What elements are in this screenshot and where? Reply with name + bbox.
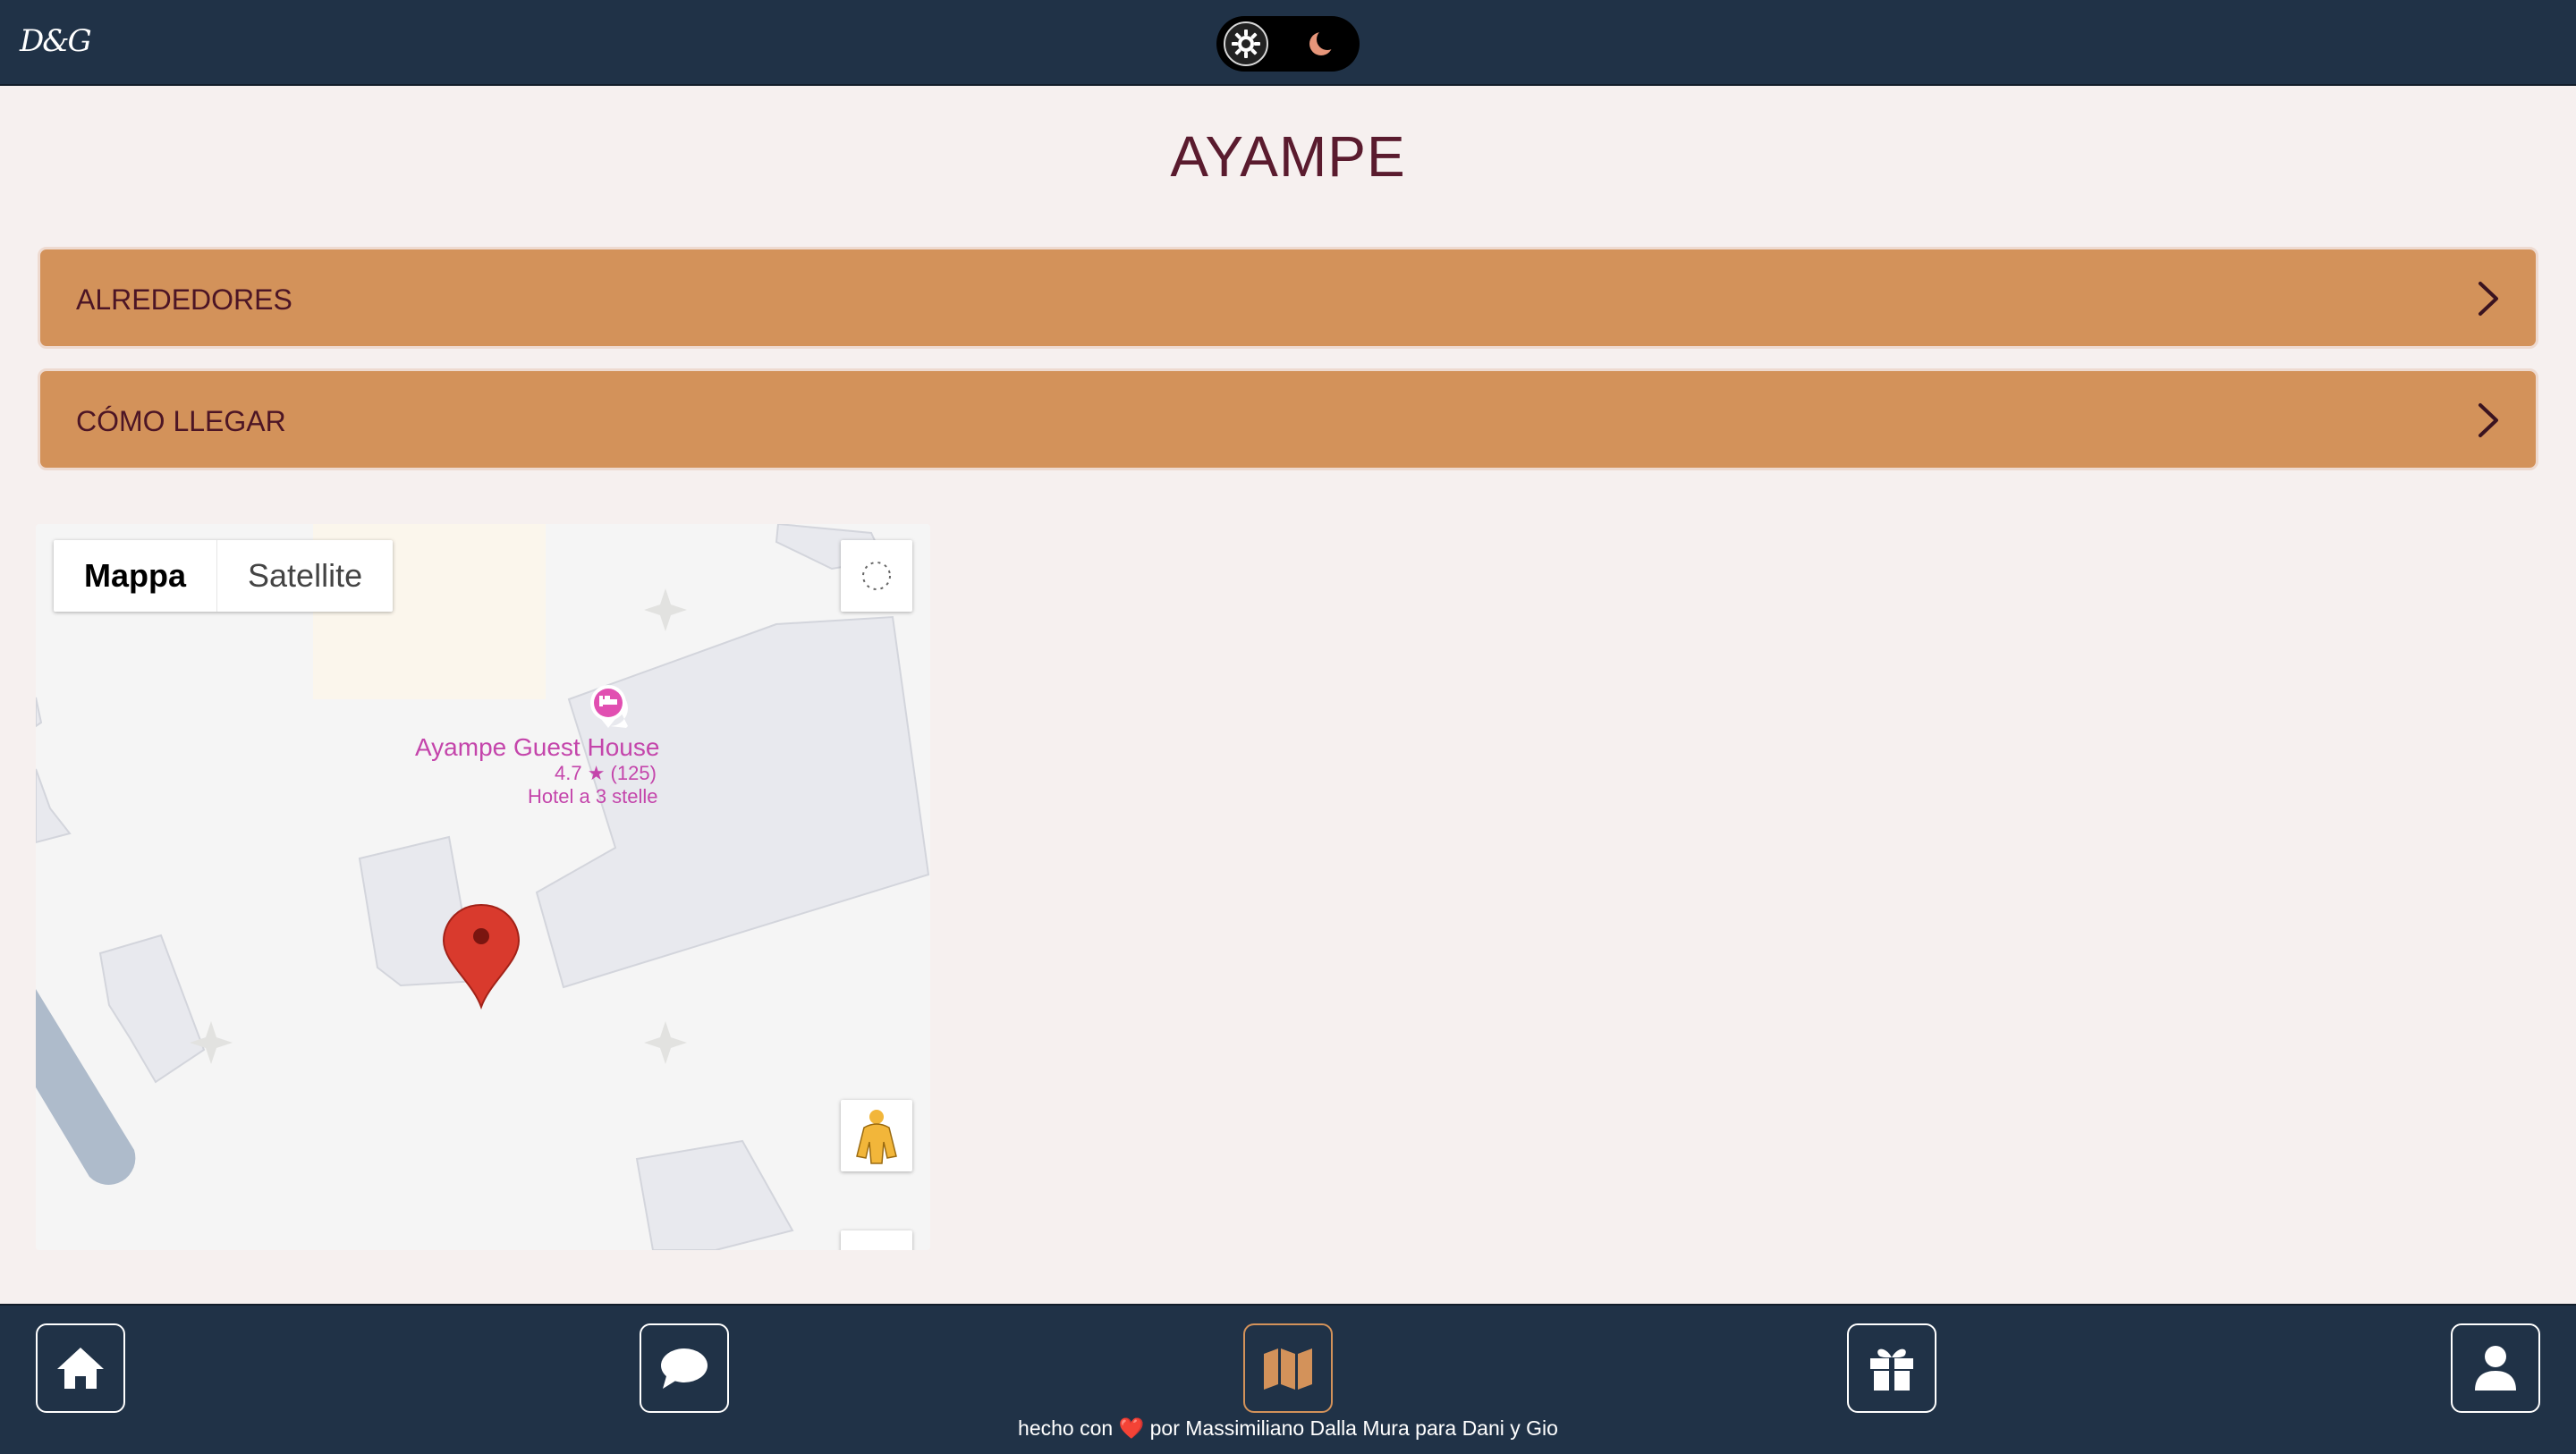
embedded-map[interactable]: Mappa Satellite Ayampe Guest House 4.7 ★… — [36, 524, 930, 1250]
accordion-label: CÓMO LLEGAR — [76, 405, 286, 437]
pegman-icon — [856, 1110, 897, 1164]
accordion-como-llegar[interactable]: CÓMO LLEGAR — [38, 368, 2538, 470]
poi-rating: 4.7 ★ (125) — [555, 762, 657, 784]
poi-category: Hotel a 3 stelle — [528, 785, 658, 807]
theme-toggle[interactable] — [1216, 16, 1360, 72]
nav-profile-button[interactable] — [2451, 1323, 2540, 1413]
nav-gifts-button[interactable] — [1847, 1323, 1936, 1413]
moon-icon — [1309, 29, 1336, 55]
map-icon — [1264, 1348, 1312, 1390]
theme-toggle-knob[interactable] — [1224, 21, 1268, 66]
user-icon — [2475, 1346, 2516, 1391]
fullscreen-button[interactable] — [841, 540, 912, 612]
footer-prefix: hecho con — [1018, 1416, 1114, 1440]
zoom-control-button[interactable] — [841, 1230, 912, 1250]
top-bar: D&G — [0, 0, 2576, 86]
sun-icon — [1232, 30, 1260, 58]
poi-name[interactable]: Ayampe Guest House — [415, 733, 659, 762]
page-title: AYAMPE — [1170, 124, 1406, 189]
footer-suffix: por Massimiliano Dalla Mura para Dani y … — [1149, 1416, 1558, 1440]
street-view-button[interactable] — [841, 1100, 912, 1171]
nav-map-button[interactable] — [1243, 1323, 1333, 1413]
chevron-right-icon — [2479, 282, 2498, 316]
gift-icon — [1870, 1348, 1913, 1391]
chat-bubble-icon — [661, 1348, 708, 1389]
chevron-right-icon — [2479, 403, 2498, 437]
accordion-label: ALREDEDORES — [76, 283, 292, 316]
nav-home-button[interactable] — [36, 1323, 125, 1413]
map-canvas[interactable] — [36, 524, 930, 1250]
heart-icon: ❤️ — [1118, 1416, 1145, 1440]
map-type-satellite[interactable]: Satellite — [217, 540, 393, 612]
map-type-control: Mappa Satellite — [54, 540, 394, 612]
accordion-alrededores[interactable]: ALREDEDORES — [38, 247, 2538, 349]
bottom-nav: hecho con ❤️ por Massimiliano Dalla Mura… — [0, 1304, 2576, 1454]
footer-credit: hecho con ❤️ por Massimiliano Dalla Mura… — [0, 1416, 2576, 1441]
nav-chat-button[interactable] — [640, 1323, 729, 1413]
map-type-mappa[interactable]: Mappa — [54, 540, 218, 612]
logo[interactable]: D&G — [20, 23, 92, 59]
home-icon — [57, 1348, 104, 1389]
fullscreen-icon — [862, 562, 891, 590]
